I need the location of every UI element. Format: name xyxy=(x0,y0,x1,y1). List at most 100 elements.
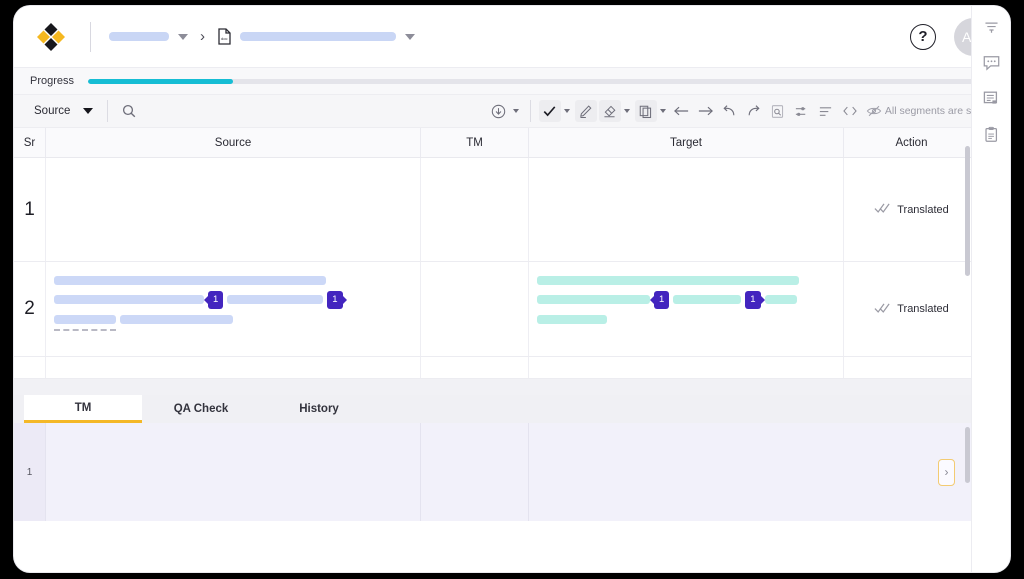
grid-row-partial xyxy=(14,357,1010,379)
tm-cell[interactable] xyxy=(421,262,529,356)
document-file-icon: doc xyxy=(217,28,232,45)
tm-scrollbar-thumb[interactable] xyxy=(965,427,970,483)
glossary-icon[interactable] xyxy=(978,122,1004,148)
svg-text:doc: doc xyxy=(221,36,227,41)
tm-cell[interactable] xyxy=(421,158,529,261)
column-header-target[interactable]: Target xyxy=(529,128,844,157)
progress-fill xyxy=(88,78,234,84)
comment-icon[interactable] xyxy=(978,50,1004,76)
scope-chevron-down-icon xyxy=(83,108,94,114)
eraser-chevron-down-icon[interactable] xyxy=(623,109,630,113)
inline-tag[interactable]: 1 xyxy=(654,291,670,309)
redacted-text-bar xyxy=(537,295,650,305)
table-row[interactable]: 2 1 1 1 1 Translated xyxy=(14,262,1010,357)
tm-score-cell[interactable] xyxy=(421,423,529,521)
tm-panel: 1 › xyxy=(14,423,1010,555)
redacted-text-bar xyxy=(120,314,233,324)
download-icon[interactable] xyxy=(488,100,510,122)
target-cell[interactable] xyxy=(529,357,844,378)
toolbar-icon-group xyxy=(488,100,885,122)
source-cell[interactable] xyxy=(46,357,421,378)
sort-icon[interactable] xyxy=(815,100,837,122)
app-header: › doc ? AM xyxy=(14,6,1010,68)
action-cell[interactable]: Translated xyxy=(844,158,979,261)
confirm-chevron-down-icon[interactable] xyxy=(563,109,570,113)
scope-select[interactable]: Source xyxy=(24,95,101,127)
progress-label: Progress xyxy=(30,75,75,87)
search-document-icon[interactable] xyxy=(767,100,789,122)
table-row[interactable]: 1 Translated xyxy=(14,158,1010,262)
panel-gap xyxy=(14,379,1010,395)
copy-chevron-down-icon[interactable] xyxy=(659,109,666,113)
double-check-icon xyxy=(874,202,891,217)
redo-icon[interactable] xyxy=(743,100,765,122)
download-chevron-down-icon[interactable] xyxy=(512,109,519,113)
search-field[interactable] xyxy=(114,104,487,118)
undo-icon[interactable] xyxy=(719,100,741,122)
tm-cell[interactable] xyxy=(421,357,529,378)
redacted-text-bar xyxy=(673,295,742,305)
sr-cell xyxy=(14,357,46,378)
project-chevron-down-icon[interactable] xyxy=(178,33,188,40)
header-divider xyxy=(90,21,91,52)
tm-row-index: 1 xyxy=(14,423,46,521)
inline-tag[interactable]: 1 xyxy=(327,291,343,309)
column-header-source[interactable]: Source xyxy=(46,128,421,157)
device-frame: › doc ? AM Progress Sour xyxy=(0,0,1024,579)
tab-history[interactable]: History xyxy=(260,395,378,423)
bottom-panel-tabs: TM QA Check History xyxy=(14,395,1010,423)
grid-scrollbar-thumb[interactable] xyxy=(965,146,970,276)
redacted-text-bar xyxy=(54,295,204,305)
column-header-action[interactable]: Action xyxy=(844,128,979,157)
tm-result-row[interactable]: 1 › xyxy=(14,423,1010,521)
inline-tag[interactable]: 1 xyxy=(745,291,761,309)
tm-target-cell[interactable]: › xyxy=(529,423,979,521)
arrow-right-icon[interactable] xyxy=(695,100,717,122)
hide-preview-icon[interactable] xyxy=(863,100,885,122)
edit-pencil-icon[interactable] xyxy=(574,100,597,122)
target-line xyxy=(537,314,835,324)
source-content: 11 xyxy=(54,272,412,331)
target-cell[interactable] xyxy=(529,158,844,261)
project-name-redacted[interactable] xyxy=(109,32,169,41)
app-window: › doc ? AM Progress Sour xyxy=(14,6,1010,572)
notes-icon[interactable] xyxy=(978,86,1004,112)
filter-settings-icon[interactable] xyxy=(791,100,813,122)
file-name-redacted[interactable] xyxy=(240,32,396,41)
progress-track xyxy=(88,78,996,84)
confirm-check-icon[interactable] xyxy=(538,100,561,122)
source-line xyxy=(54,276,412,285)
toolbar-divider-1 xyxy=(107,100,109,122)
column-header-tm[interactable]: TM xyxy=(421,128,529,157)
tab-tm[interactable]: TM xyxy=(24,395,142,423)
sr-cell: 1 xyxy=(14,158,46,261)
status-badge: Translated xyxy=(897,303,949,315)
editor-toolbar: Source All segments are saved xyxy=(14,94,1010,128)
double-check-icon xyxy=(874,302,891,317)
tab-qa-check[interactable]: QA Check xyxy=(142,395,260,423)
target-line: 11 xyxy=(537,291,835,309)
help-icon[interactable]: ? xyxy=(910,23,936,50)
action-cell[interactable]: Translated xyxy=(844,262,979,356)
grid-body: 1 Translated 2 1 1 1 1 Translated xyxy=(14,158,1010,357)
inline-tag[interactable]: 1 xyxy=(208,291,224,309)
source-cell[interactable] xyxy=(46,158,421,261)
grid-header-row: Sr Source TM Target Action xyxy=(14,128,1010,158)
copy-icon[interactable] xyxy=(634,100,657,122)
eraser-icon[interactable] xyxy=(598,100,621,122)
target-line xyxy=(537,276,835,285)
chevron-right-icon[interactable]: › xyxy=(938,458,955,486)
progress-bar-row: Progress xyxy=(14,68,1010,94)
file-chevron-down-icon[interactable] xyxy=(405,33,415,40)
column-header-sr[interactable]: Sr xyxy=(14,128,46,157)
arrow-left-icon[interactable] xyxy=(671,100,693,122)
tm-source-cell[interactable] xyxy=(46,423,421,521)
filter-icon[interactable] xyxy=(978,14,1004,40)
redacted-text-bar xyxy=(227,295,324,305)
target-cell[interactable]: 11 xyxy=(529,262,844,356)
logo-icon xyxy=(37,22,65,51)
source-cell[interactable]: 11 xyxy=(46,262,421,356)
breadcrumb-separator-icon: › xyxy=(200,28,205,45)
code-tags-icon[interactable] xyxy=(839,100,861,122)
app-logo[interactable] xyxy=(34,20,68,54)
